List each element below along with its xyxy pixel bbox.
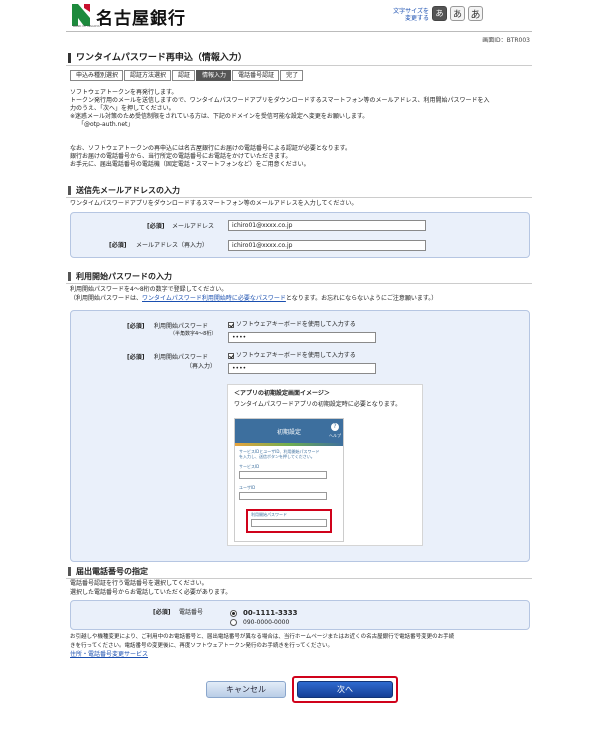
app-instruction: を入力し、送信ボタンを押してください。 [239,454,315,459]
cancel-button[interactable]: キャンセル [206,681,286,698]
note-line: なお、ソフトウェアトークンの再申込には名古屋銀行にお届けの電話番号による認証が必… [70,145,352,152]
phone-label: 電話番号 [179,609,204,616]
intro-domain: 「@otp-auth.net」 [78,121,134,128]
keyboard-option[interactable]: ソフトウェアキーボードを使用して入力する [228,352,356,360]
intro-line: ソフトウェアトークンを再発行します。 [70,89,178,96]
title-divider [66,65,532,66]
password-desc2: （利用開始パスワードは、ワンタイムパスワード利用開始時に必要なパスワードとなりま… [70,295,438,302]
app-screen-header: 初期設定 ? ヘルプ [235,419,343,443]
password-label: 利用開始パスワード [154,323,209,330]
email-input[interactable]: ichiro01@xxxx.co.jp [228,220,426,231]
phone-option-label: 00-1111-3333 [243,609,298,617]
app-image-title: ＜アプリの初期設定画面イメージ＞ [234,390,330,397]
step-indicator: 申込み種別選択 認証方法選択 認証 情報入力 電話番号認証 完了 [70,70,304,81]
step-item: 申込み種別選択 [70,70,124,81]
step-item: 認証方法選択 [124,70,172,81]
phone-option-2[interactable]: 090-0000-0000 [230,619,289,626]
app-image-desc: ワンタイムパスワードアプリの初期設定時に必要となります。 [234,401,402,408]
phone-desc2: 選択した電話番号からお電話していただく必要があります。 [70,589,232,596]
password-hint: （半角数字4～8桁） [170,331,217,337]
phone-footer1: お引越しや機種変更により、ご利用中のお電話番号と、届出電話番号が異なる場合は、当… [70,634,455,640]
screen-id: 画面ID：BTR003 [482,37,530,44]
required-badge: [必須] [147,223,165,230]
password-confirm-label: 利用開始パスワード [154,354,209,361]
email-section-desc: ワンタイムパスワードアプリをダウンロードするスマートフォン等のメールアドレスを入… [70,200,358,207]
service-id-field [239,471,327,479]
intro-line: ※迷惑メール対策のため受信制限をされている方は、下記のドメインを受信可能な設定へ… [70,113,369,120]
note-line: お手元に、届出電話番号の電話機（固定電話・スマートフォンなど）をご用意ください。 [70,161,310,168]
phone-section-title: 届出電話番号の指定 [68,567,148,576]
phone-desc1: 電話番号認証を行う電話番号を選択してください。 [70,580,208,587]
password-section-title: 利用開始パスワードの入力 [68,272,172,281]
step-item-current: 情報入力 [196,70,232,81]
required-badge: [必須] [127,354,145,361]
section-divider [66,578,532,579]
step-item: 認証 [172,70,196,81]
start-password-field [251,519,327,527]
section-divider [66,283,532,284]
email-section-title: 送信先メールアドレスの入力 [68,186,180,195]
note-line: 銀行お届けの電話番号から、当行所定の電話番号にお電話をかけていただきます。 [70,153,292,160]
email-panel [70,212,530,258]
font-size-small-button[interactable]: あ [432,6,447,21]
service-id-label: サービスID [239,464,260,469]
user-id-field [239,492,327,500]
user-id-label: ユーザID [239,485,256,490]
bank-logo-icon [72,4,90,26]
password-desc1: 利用開始パスワードを4～8桁の数字で登録してください。 [70,286,228,293]
page-title: ワンタイムパスワード再申込（情報入力） [68,53,247,63]
keyboard-label: ソフトウェアキーボードを使用して入力する [235,321,356,328]
bank-sub: BANK OF NAGOYA [73,24,100,28]
email-confirm-input[interactable]: ichiro01@xxxx.co.jp [228,240,426,251]
required-badge: [必須] [127,323,145,330]
required-badge: [必須] [153,609,171,616]
email-confirm-label: メールアドレス（再入力） [136,242,209,249]
step-item: 完了 [280,70,304,81]
header-divider [66,31,532,32]
keyboard-label: ソフトウェアキーボードを使用して入力する [235,352,356,359]
app-screen-title: 初期設定 [276,428,301,436]
required-badge: [必須] [109,242,127,249]
phone-radio-1[interactable] [230,609,237,617]
next-button[interactable]: 次へ [297,681,393,698]
app-form-mock: サービスIDとユーザID、利用開始パスワード を入力し、送信ボタンを押してくださ… [235,446,343,503]
intro-text: ソフトウェアトークンを再発行します。 トークン発行用のメールを送信しますので、ワ… [70,89,489,129]
password-confirm-sub: （再入力） [186,363,217,370]
phone-radio-2[interactable] [230,619,237,626]
font-size-large-button[interactable]: あ [468,6,483,21]
phone-panel [70,600,530,630]
keyboard-option[interactable]: ソフトウェアキーボードを使用して入力する [228,321,356,329]
bank-name: 名古屋銀行 [96,9,186,29]
password-confirm-input[interactable]: •••• [228,363,376,374]
email-label: メールアドレス [172,223,215,230]
keyboard-checkbox[interactable] [228,352,234,359]
start-password-label: 利用開始パスワード [251,512,287,517]
help-icon: ? [331,423,339,431]
password-input[interactable]: •••• [228,332,376,343]
password-info-link[interactable]: ワンタイムパスワード利用開始時に必要なパスワード [142,295,286,302]
section-divider [66,197,532,198]
font-size-label: 文字サイズを変更する [393,8,429,22]
address-change-link[interactable]: 住所・電話番号変更サービス [70,651,148,659]
font-size-medium-button[interactable]: あ [450,6,465,21]
phone-footer2: きを行ってください。電話番号の変更後に、再度ソフトウェアトークン発行のお手続きを… [70,643,333,649]
phone-option-1[interactable]: 00-1111-3333 [230,609,298,617]
intro-line: トークン発行用のメールを送信しますので、ワンタイムパスワードアプリをダウンロード… [70,97,490,104]
help-label: ヘルプ [329,433,341,438]
keyboard-checkbox[interactable] [228,321,234,328]
header: 名古屋銀行 BANK OF NAGOYA 文字サイズを変更する あ あ あ [0,0,600,30]
phone-option-label: 090-0000-0000 [243,619,290,626]
intro-note: なお、ソフトウェアトークンの再申込には名古屋銀行にお届けの電話番号による認証が必… [70,145,351,169]
step-item: 電話番号認証 [232,70,280,81]
intro-line: 力のうえ、「次へ」を押してください。 [70,105,175,112]
